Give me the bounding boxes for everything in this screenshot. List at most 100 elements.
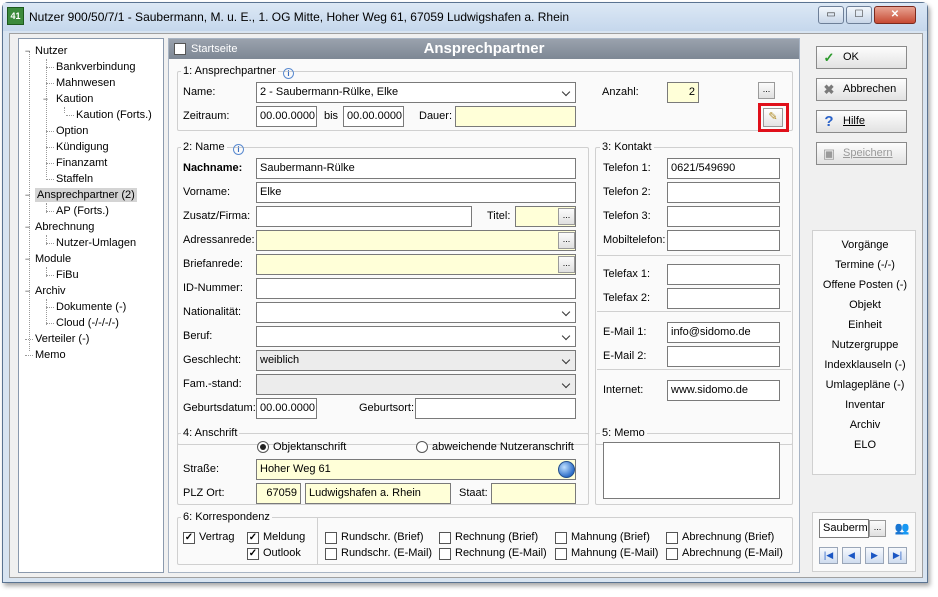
tree-item[interactable]: Module bbox=[35, 252, 71, 266]
tree-item[interactable]: Dokumente (-) bbox=[56, 300, 126, 314]
tree-item[interactable]: AP (Forts.) bbox=[56, 204, 109, 218]
fax2-input[interactable] bbox=[667, 288, 780, 309]
abbrechen-button[interactable]: ✖ Abbrechen bbox=[816, 78, 907, 101]
email2-input[interactable] bbox=[667, 346, 780, 367]
first-record-button[interactable]: |◀ bbox=[819, 547, 838, 564]
tree-item[interactable]: Finanzamt bbox=[56, 156, 107, 170]
meldung-checkbox[interactable]: ✓ bbox=[247, 532, 259, 544]
tree-item[interactable]: Verteiler (-) bbox=[35, 332, 89, 346]
search-more-button[interactable]: ... bbox=[869, 520, 886, 537]
briefanrede-more-button[interactable]: ... bbox=[558, 256, 575, 273]
nav-link[interactable]: Nutzergruppe bbox=[813, 339, 917, 351]
zusatz-input[interactable] bbox=[256, 206, 472, 227]
nav-link[interactable]: Vorgänge bbox=[813, 239, 917, 251]
rechnung-email-checkbox[interactable] bbox=[439, 548, 451, 560]
tree-item[interactable]: FiBu bbox=[56, 268, 79, 282]
info-icon[interactable]: i bbox=[233, 144, 244, 155]
tree-item[interactable]: Bankverbindung bbox=[56, 60, 136, 74]
tree-item[interactable]: Memo bbox=[35, 348, 66, 362]
zeitraum-to-input[interactable]: 00.00.0000 bbox=[343, 106, 404, 127]
nachname-input[interactable]: Saubermann-Rülke bbox=[256, 158, 576, 179]
nutzeranschrift-radio[interactable] bbox=[416, 441, 428, 453]
nav-link[interactable]: Offene Posten (-) bbox=[813, 279, 917, 291]
tree-expander-icon[interactable]: − bbox=[23, 191, 32, 200]
nav-link[interactable]: Objekt bbox=[813, 299, 917, 311]
abrechnung-email-checkbox[interactable] bbox=[666, 548, 678, 560]
nav-link[interactable]: Einheit bbox=[813, 319, 917, 331]
minimize-button[interactable]: ▭ bbox=[818, 6, 844, 24]
nav-link[interactable]: Termine (-/-) bbox=[813, 259, 917, 271]
nav-link[interactable]: Umlagepläne (-) bbox=[813, 379, 917, 391]
vertrag-checkbox[interactable]: ✓ bbox=[183, 532, 195, 544]
globe-icon[interactable] bbox=[558, 461, 575, 478]
tree-item[interactable]: Option bbox=[56, 124, 88, 138]
vorname-input[interactable]: Elke bbox=[256, 182, 576, 203]
ok-button[interactable]: ✓ OK bbox=[816, 46, 907, 69]
strasse-input[interactable]: Hoher Weg 61 bbox=[256, 459, 576, 480]
maximize-button[interactable]: ☐ bbox=[846, 6, 872, 24]
speichern-button[interactable]: ▣ Speichern bbox=[816, 142, 907, 165]
tree-expander-icon[interactable]: − bbox=[23, 255, 32, 264]
beruf-select[interactable] bbox=[256, 326, 576, 347]
close-button[interactable]: ✕ bbox=[874, 6, 916, 24]
geschlecht-select[interactable]: weiblich bbox=[256, 350, 576, 371]
mahnung-brief-checkbox[interactable] bbox=[555, 532, 567, 544]
ort-input[interactable]: Ludwigshafen a. Rhein bbox=[305, 483, 451, 504]
geburtsdatum-input[interactable]: 00.00.0000 bbox=[256, 398, 317, 419]
staat-input[interactable] bbox=[491, 483, 576, 504]
zeitraum-from-input[interactable]: 00.00.0000 bbox=[256, 106, 317, 127]
plz-input[interactable]: 67059 bbox=[256, 483, 301, 504]
next-record-button[interactable]: ▶ bbox=[865, 547, 884, 564]
nav-link[interactable]: ELO bbox=[813, 439, 917, 451]
outlook-checkbox[interactable]: ✓ bbox=[247, 548, 259, 560]
internet-input[interactable]: www.sidomo.de bbox=[667, 380, 780, 401]
dauer-input[interactable] bbox=[455, 106, 576, 127]
tree-item[interactable]: Abrechnung bbox=[35, 220, 94, 234]
tree-expander-icon[interactable]: − bbox=[23, 223, 32, 232]
prev-record-button[interactable]: ◀ bbox=[842, 547, 861, 564]
tree-item[interactable]: Kaution (Forts.) bbox=[76, 108, 152, 122]
abrechnung-brief-checkbox[interactable] bbox=[666, 532, 678, 544]
search-input[interactable]: Sauberm bbox=[819, 519, 869, 538]
tree-expander-icon[interactable]: − bbox=[41, 95, 50, 104]
tree-item[interactable]: Nutzer-Umlagen bbox=[56, 236, 136, 250]
tree-item[interactable]: Ansprechpartner (2) bbox=[35, 188, 137, 202]
adressanrede-input[interactable] bbox=[256, 230, 576, 251]
tree-item[interactable]: Cloud (-/-/-/-) bbox=[56, 316, 119, 330]
fax1-input[interactable] bbox=[667, 264, 780, 285]
nationalitaet-select[interactable] bbox=[256, 302, 576, 323]
famstand-select[interactable] bbox=[256, 374, 576, 395]
tree-item[interactable]: Staffeln bbox=[56, 172, 93, 186]
rechnung-brief-checkbox[interactable] bbox=[439, 532, 451, 544]
info-icon[interactable]: i bbox=[283, 68, 294, 79]
rundschr-email-checkbox[interactable] bbox=[325, 548, 337, 560]
tree-item[interactable]: Mahnwesen bbox=[56, 76, 115, 90]
tree-expander-icon[interactable]: − bbox=[23, 47, 32, 56]
name-select[interactable]: 2 - Saubermann-Rülke, Elke bbox=[256, 82, 576, 103]
hilfe-button[interactable]: ? Hilfe bbox=[816, 110, 907, 133]
geburtsort-input[interactable] bbox=[415, 398, 576, 419]
telefon1-input[interactable]: 0621/549690 bbox=[667, 158, 780, 179]
titel-more-button[interactable]: ... bbox=[558, 208, 575, 225]
rundschr-brief-checkbox[interactable] bbox=[325, 532, 337, 544]
idnummer-input[interactable] bbox=[256, 278, 576, 299]
tree-expander-icon[interactable]: − bbox=[23, 287, 32, 296]
adressanrede-more-button[interactable]: ... bbox=[558, 232, 575, 249]
nav-link[interactable]: Indexklauseln (-) bbox=[813, 359, 917, 371]
mahnung-email-checkbox[interactable] bbox=[555, 548, 567, 560]
tree-item[interactable]: Nutzer bbox=[35, 44, 67, 58]
tree-item[interactable]: Kündigung bbox=[56, 140, 109, 154]
mobil-input[interactable] bbox=[667, 230, 780, 251]
last-record-button[interactable]: ▶| bbox=[888, 547, 907, 564]
tree-item[interactable]: Archiv bbox=[35, 284, 66, 298]
nav-link[interactable]: Inventar bbox=[813, 399, 917, 411]
email1-input[interactable]: info@sidomo.de bbox=[667, 322, 780, 343]
nav-link[interactable]: Archiv bbox=[813, 419, 917, 431]
memo-textarea[interactable] bbox=[603, 442, 780, 499]
tree-item[interactable]: Kaution bbox=[56, 92, 93, 106]
anzahl-input[interactable]: 2 bbox=[667, 82, 699, 103]
telefon3-input[interactable] bbox=[667, 206, 780, 227]
objektanschrift-radio[interactable] bbox=[257, 441, 269, 453]
telefon2-input[interactable] bbox=[667, 182, 780, 203]
anzahl-more-button[interactable]: ... bbox=[758, 82, 775, 99]
